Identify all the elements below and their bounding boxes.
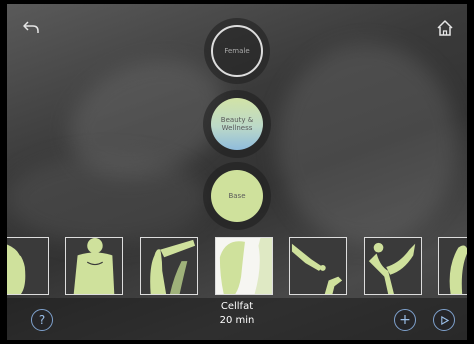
partial-silhouette-icon[interactable]	[438, 237, 467, 295]
female-option-button[interactable]: Female	[211, 25, 263, 77]
beauty-wellness-label: Beauty & Wellness	[221, 116, 253, 132]
base-label: Base	[228, 191, 246, 200]
hands-silhouette-icon[interactable]	[289, 237, 347, 295]
back-arrow-icon[interactable]	[22, 18, 42, 38]
beauty-label-line2: Wellness	[221, 124, 253, 132]
arm-raised-silhouette-icon[interactable]	[140, 237, 198, 295]
base-option-wrapper: Base	[203, 162, 271, 230]
beauty-label-line1: Beauty &	[220, 115, 254, 124]
plus-icon[interactable]: +	[394, 309, 416, 331]
torso-silhouette-icon[interactable]	[65, 237, 123, 295]
beauty-wellness-option-button[interactable]: Beauty & Wellness	[211, 98, 263, 150]
play-icon[interactable]	[433, 309, 455, 331]
background-figure-shoulder	[7, 154, 207, 244]
buttocks-silhouette-icon[interactable]	[215, 237, 273, 295]
background-figure-body	[277, 44, 457, 244]
base-option-button[interactable]: Base	[211, 170, 263, 222]
female-label: Female	[224, 46, 250, 55]
program-thumbnail-strip[interactable]	[7, 236, 467, 296]
body-part-silhouette-icon[interactable]	[7, 237, 49, 295]
app-screen: Female Beauty & Wellness Base ? Cellfat …	[7, 4, 467, 340]
beauty-wellness-option-wrapper: Beauty & Wellness	[203, 90, 271, 158]
home-icon[interactable]	[435, 18, 455, 38]
dancer-pose-silhouette-icon[interactable]	[364, 237, 422, 295]
female-option-wrapper: Female	[204, 18, 270, 84]
bottom-bar: ? Cellfat 20 min +	[7, 298, 467, 340]
